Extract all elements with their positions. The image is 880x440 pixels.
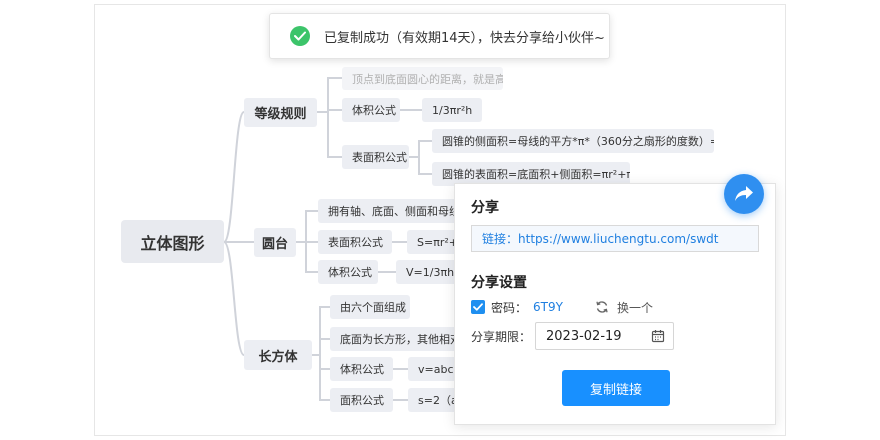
copy-link-button[interactable]: 复制链接 — [562, 370, 670, 406]
refresh-label: 换一个 — [616, 300, 653, 315]
node-cone-note[interactable]: 顶点到底面圆心的距离，就是高 — [342, 67, 503, 90]
connector-root-cuboid — [223, 241, 245, 356]
share-link-url[interactable]: https://www.liuchengtu.com/swdt — [518, 232, 718, 246]
expiry-date-value: 2023-02-19 — [546, 328, 622, 344]
connector-cub-area — [312, 354, 330, 401]
password-label: 密码： — [491, 300, 528, 315]
calendar-icon[interactable] — [651, 329, 665, 343]
node-cyl-axis[interactable]: 拥有轴、底面、侧面和母线 — [318, 199, 468, 223]
connector-surface-side — [409, 140, 432, 158]
toast-message: 已复制成功（有效期14天），快去分享给小伙伴~ — [324, 30, 605, 46]
connector-cyl-volume — [296, 241, 318, 273]
node-cylinder[interactable]: 圆台 — [254, 228, 296, 257]
checkbox-checked-icon[interactable] — [471, 300, 485, 314]
expiry-label: 分享期限： — [471, 329, 532, 344]
node-cub-base[interactable]: 底面为长方形，其他相对的 — [330, 327, 466, 351]
node-cone-volume-label[interactable]: 体积公式 — [342, 98, 400, 122]
password-value: 6T9Y — [533, 300, 563, 314]
share-link-field[interactable]: 链接： https://www.liuchengtu.com/swdt — [471, 225, 759, 252]
refresh-password-button[interactable]: 换一个 — [595, 299, 653, 316]
share-settings-title: 分享设置 — [471, 275, 527, 291]
node-cone[interactable]: 等级规则 — [244, 98, 317, 127]
mindmap-root[interactable]: 立体图形 — [121, 220, 224, 263]
node-cub-area-label[interactable]: 面积公式 — [330, 388, 393, 412]
refresh-icon — [596, 301, 608, 313]
share-fab-button[interactable] — [724, 174, 764, 214]
expiry-date-input[interactable]: 2023-02-19 — [535, 322, 675, 350]
success-toast: 已复制成功（有效期14天），快去分享给小伙伴~ — [269, 13, 610, 59]
connector-cyl-axis — [296, 210, 318, 243]
node-cone-surface-label[interactable]: 表面积公式 — [342, 145, 409, 169]
node-cyl-volume-label[interactable]: 体积公式 — [318, 260, 378, 284]
share-link-prefix: 链接： — [482, 232, 519, 246]
node-cub-volume-label[interactable]: 体积公式 — [330, 357, 393, 381]
node-cone-volume-value[interactable]: 1/3πr²h — [422, 98, 482, 122]
password-row: 密码： 6T9Y 换一个 — [471, 299, 653, 315]
connector-root-cone — [223, 111, 245, 243]
node-cuboid[interactable]: 长方体 — [244, 340, 312, 370]
share-arrow-icon — [735, 186, 753, 201]
check-icon — [290, 26, 310, 46]
connector-cone-note — [317, 77, 342, 113]
expiry-row: 分享期限： 2023-02-19 — [471, 322, 675, 350]
share-panel: 分享 链接： https://www.liuchengtu.com/swdt 分… — [454, 183, 776, 425]
connector-surface-total — [409, 156, 432, 175]
node-cyl-surface-label[interactable]: 表面积公式 — [318, 230, 392, 254]
node-cone-surface-side[interactable]: 圆锥的侧面积=母线的平方*π*（360分之扇形的度数）=πrl — [432, 129, 714, 153]
connector-cone-surface — [317, 111, 342, 158]
share-title: 分享 — [471, 200, 499, 216]
connector-cub-base — [312, 338, 330, 356]
node-cub-faces[interactable]: 由六个面组成 — [330, 295, 410, 319]
